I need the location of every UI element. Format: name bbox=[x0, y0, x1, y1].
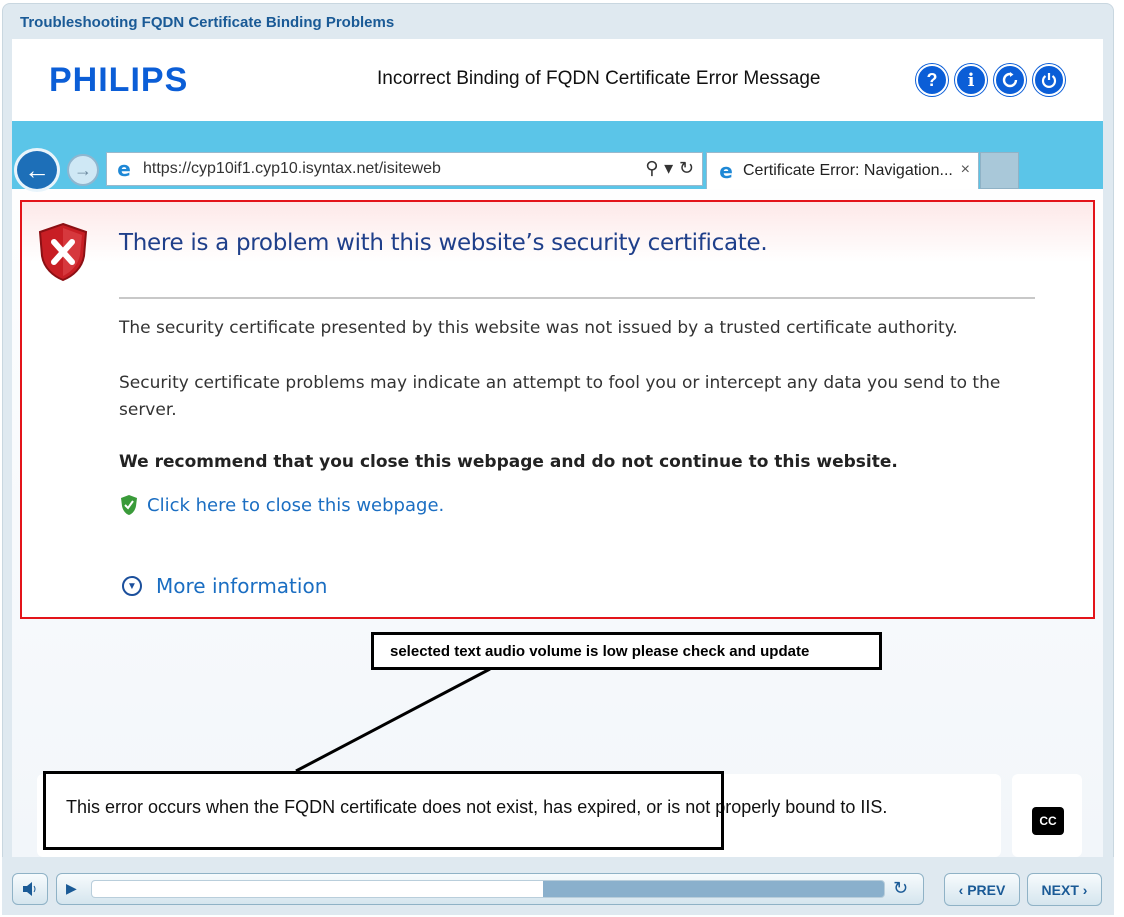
prev-button[interactable]: ‹ PREV bbox=[944, 873, 1020, 906]
progress-fill bbox=[92, 881, 544, 897]
caption-highlight-box bbox=[43, 771, 724, 850]
next-button[interactable]: NEXT › bbox=[1027, 873, 1102, 906]
speaker-icon bbox=[23, 882, 36, 896]
play-icon[interactable]: ▶ bbox=[66, 880, 77, 897]
closed-captions-button[interactable]: CC bbox=[1032, 807, 1064, 835]
progress-track[interactable] bbox=[91, 880, 885, 898]
volume-button[interactable] bbox=[12, 873, 48, 905]
replay-icon[interactable]: ↻ bbox=[893, 878, 908, 899]
